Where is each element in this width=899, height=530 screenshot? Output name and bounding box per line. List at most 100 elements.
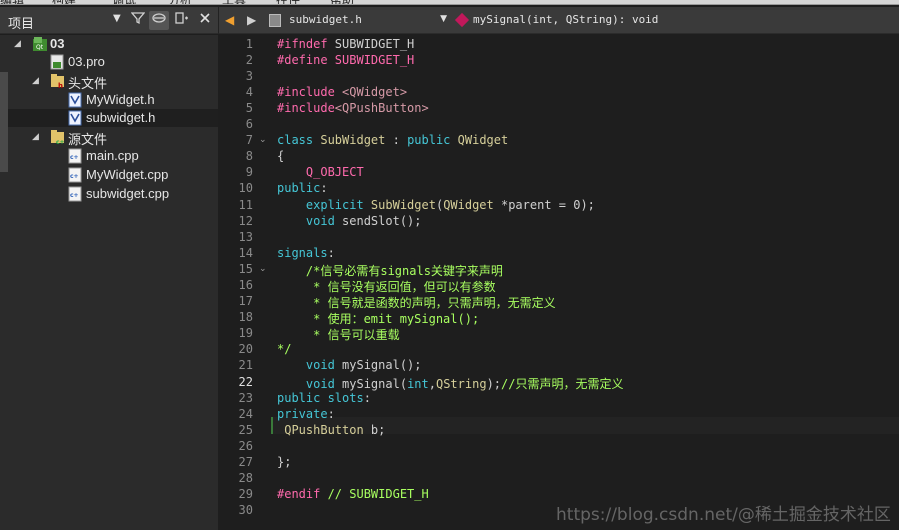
tree-item[interactable]: c+ subwidget.cpp xyxy=(0,185,218,203)
code-line: * 信号就是函数的声明，只需声明，无需定义 xyxy=(277,294,556,311)
code-token: : xyxy=(320,181,328,195)
menu-item[interactable]: 编辑 xyxy=(0,0,24,4)
tree-item[interactable]: ◢ h 头文件 xyxy=(0,72,218,91)
forward-arrow-icon[interactable]: ▶ xyxy=(247,13,256,27)
code-token: * 信号没有返回值，但可以有参数 xyxy=(277,280,496,294)
code-line: QPushButton b; xyxy=(277,423,385,437)
code-line: { xyxy=(277,149,284,163)
expand-arrow-icon[interactable]: ◢ xyxy=(14,37,24,51)
line-number: 14 xyxy=(238,246,253,260)
svg-text:c+: c+ xyxy=(70,192,79,199)
line-number: 30 xyxy=(238,503,253,517)
code-line: explicit SubWidget(QWidget *parent = 0); xyxy=(277,198,595,212)
code-token: private xyxy=(277,407,328,421)
code-line: signals: xyxy=(277,246,335,260)
code-line: * 信号可以重载 xyxy=(277,326,400,343)
line-number: 22 xyxy=(238,375,253,389)
tree-item[interactable]: ◢ Qt 03 xyxy=(0,35,218,53)
code-token: void xyxy=(277,377,343,391)
code-line: }; xyxy=(277,455,291,469)
code-token: * 信号可以重载 xyxy=(277,328,400,342)
code-token: * 使用：emit mySignal(); xyxy=(277,312,480,326)
code-token: : xyxy=(327,407,335,421)
code-token: QPushButton xyxy=(277,423,371,437)
expand-arrow-icon[interactable]: ◢ xyxy=(32,130,42,144)
code-editor[interactable]: #ifndef SUBWIDGET_H #define SUBWIDGET_H #i… xyxy=(271,35,899,530)
line-number: 23 xyxy=(238,391,253,405)
expand-arrow-icon[interactable]: ◢ xyxy=(32,74,42,88)
tree-item[interactable]: c+ main.cpp xyxy=(0,147,218,165)
tree-item[interactable]: subwidget.h xyxy=(0,109,218,127)
tree-item-label: subwidget.cpp xyxy=(86,186,170,201)
menu-item[interactable]: 分析 xyxy=(168,0,192,4)
code-token: /*信号必需有signals关键字来声明 xyxy=(277,264,503,278)
fold-marker-icon[interactable]: ⌄ xyxy=(259,264,267,274)
filter-icon[interactable] xyxy=(128,11,148,30)
code-token: * 信号就是函数的声明，只需声明，无需定义 xyxy=(277,296,556,310)
code-line: #include<QPushButton> xyxy=(277,101,429,115)
tree-item[interactable]: ◢ c+ 源文件 xyxy=(0,128,218,147)
tree-item[interactable]: c+ MyWidget.cpp xyxy=(0,166,218,184)
svg-text:Qt: Qt xyxy=(36,44,44,51)
line-number: 15 xyxy=(238,262,253,276)
menu-item[interactable]: 工具 xyxy=(222,0,246,4)
header-file-icon xyxy=(68,92,82,108)
line-number: 9 xyxy=(245,165,253,179)
code-token: SUBWIDGET_H xyxy=(334,53,415,67)
menu-item[interactable]: 调试 xyxy=(112,0,136,4)
code-token: b; xyxy=(370,423,386,437)
code-token: void xyxy=(277,358,343,372)
line-number: 17 xyxy=(238,294,253,308)
code-line: #define SUBWIDGET_H xyxy=(277,53,414,67)
link-with-editor-icon[interactable] xyxy=(149,11,169,30)
tree-item[interactable]: MyWidget.h xyxy=(0,91,218,109)
code-token: #include xyxy=(277,85,343,99)
code-token: <QWidget> xyxy=(342,85,408,99)
code-line: */ xyxy=(277,342,291,356)
tree-item-label: MyWidget.h xyxy=(86,92,155,107)
tree-item-label: MyWidget.cpp xyxy=(86,167,169,182)
code-token: signals xyxy=(277,246,328,260)
tree-item[interactable]: 03.pro xyxy=(0,53,218,71)
code-line: public: xyxy=(277,181,328,195)
source-folder-icon: c+ xyxy=(50,129,65,146)
fold-marker-icon[interactable]: ⌄ xyxy=(259,135,267,145)
back-arrow-icon[interactable]: ◀ xyxy=(225,13,234,27)
line-number: 5 xyxy=(245,101,253,115)
cpp-file-icon: c+ xyxy=(68,148,82,164)
split-icon[interactable] xyxy=(172,11,192,30)
menu-item[interactable]: 控件 xyxy=(276,0,300,4)
tree-item-label: 03 xyxy=(50,36,65,51)
code-token: { xyxy=(277,149,285,163)
code-token: QString xyxy=(435,377,487,391)
line-number: 12 xyxy=(238,214,253,228)
symbol-combo[interactable]: mySignal(int, QString): void xyxy=(454,10,895,31)
header-file-icon xyxy=(68,110,82,126)
code-token: public slots xyxy=(277,391,364,405)
svg-text:c+: c+ xyxy=(70,154,79,161)
code-token: class xyxy=(277,133,321,147)
menu-item[interactable]: 帮助 xyxy=(330,0,354,4)
line-number: 8 xyxy=(245,149,253,163)
line-number: 11 xyxy=(238,198,253,212)
code-token: Q_OBJECT xyxy=(277,165,364,179)
code-line: public slots: xyxy=(277,391,371,405)
line-number-gutter: 1 2 3 4 5 6 7 ⌄ 8 9 10 11 12 13 14 15 ⌄ 16 17 18 19 20 21 22 23 2… xyxy=(219,35,271,530)
chevron-down-icon: ▼ xyxy=(440,14,447,24)
code-token: public xyxy=(277,181,321,195)
close-icon[interactable] xyxy=(195,11,215,30)
code-token: #endif xyxy=(277,487,328,501)
code-token: QWidget xyxy=(443,198,501,212)
scrollbar[interactable] xyxy=(0,72,8,172)
open-documents-combo[interactable]: subwidget.h ▼ xyxy=(269,10,447,31)
code-token: }; xyxy=(277,455,292,469)
menu-item[interactable]: 构建 xyxy=(52,0,76,4)
code-token: *parent = 0); xyxy=(500,198,595,212)
chevron-down-icon[interactable]: ▼ xyxy=(113,13,121,24)
code-token: #include xyxy=(277,101,335,115)
code-line: #ifndef SUBWIDGET_H xyxy=(277,37,414,51)
code-token: : xyxy=(363,391,371,405)
line-number: 21 xyxy=(238,358,253,372)
code-token: SubWidget xyxy=(320,133,393,147)
project-view-selector[interactable]: 项目 xyxy=(8,13,34,32)
